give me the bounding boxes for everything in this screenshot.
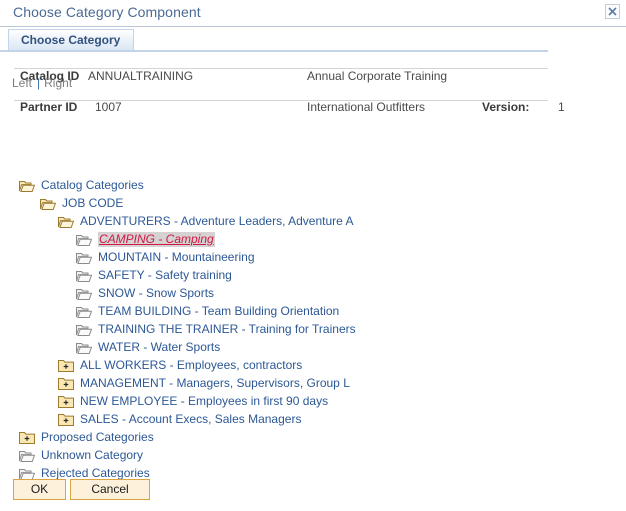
tree-node-label[interactable]: ADVENTURERS - Adventure Leaders, Adventu… [80, 214, 353, 229]
folder-plus-icon[interactable] [58, 359, 74, 372]
tree-node-label[interactable]: JOB CODE [62, 196, 123, 211]
catalog-description: Annual Corporate Training [307, 69, 448, 83]
alignment-separator: | [37, 76, 41, 90]
folder-open-icon[interactable] [58, 215, 74, 228]
tree-node[interactable]: MANAGEMENT - Managers, Supervisors, Grou… [0, 374, 626, 392]
tree-node-label[interactable]: SALES - Account Execs, Sales Managers [80, 412, 301, 427]
tree-node-label[interactable]: TRAINING THE TRAINER - Training for Trai… [98, 322, 356, 337]
page-title: Choose Category Component [13, 4, 201, 20]
folder-open-gray-icon[interactable] [19, 449, 35, 462]
tree-node[interactable]: ADVENTURERS - Adventure Leaders, Adventu… [0, 212, 626, 230]
detail-divider-top [14, 68, 548, 69]
tree-node[interactable]: SNOW - Snow Sports [0, 284, 626, 302]
tree-node[interactable]: CAMPING - Camping [0, 230, 626, 248]
folder-plus-icon[interactable] [19, 431, 35, 444]
tree-node-label[interactable]: CAMPING - Camping [98, 231, 215, 247]
tab-choose-category[interactable]: Choose Category [8, 29, 135, 50]
tree-node[interactable]: ALL WORKERS - Employees, contractors [0, 356, 626, 374]
folder-open-gray-icon[interactable] [76, 323, 92, 336]
tree-node-label[interactable]: Unknown Category [41, 448, 143, 463]
tab-label: Choose Category [21, 33, 121, 47]
tree-node[interactable]: Proposed Categories [0, 428, 626, 446]
tree-node[interactable]: TEAM BUILDING - Team Building Orientatio… [0, 302, 626, 320]
tree-node[interactable]: TRAINING THE TRAINER - Training for Trai… [0, 320, 626, 338]
folder-open-gray-icon[interactable] [76, 233, 92, 246]
close-icon[interactable] [605, 4, 620, 19]
folder-plus-icon[interactable] [58, 395, 74, 408]
ok-button[interactable]: OK [13, 479, 66, 500]
window-title-bar: Choose Category Component [0, 0, 626, 27]
tree-node-label[interactable]: SNOW - Snow Sports [98, 286, 214, 301]
tree-node[interactable]: Catalog Categories [0, 176, 626, 194]
left-link[interactable]: Left [12, 76, 32, 90]
version-value: 1 [558, 100, 565, 114]
tree-node[interactable]: WATER - Water Sports [0, 338, 626, 356]
folder-plus-icon[interactable] [58, 413, 74, 426]
tree-node-label[interactable]: WATER - Water Sports [98, 340, 220, 355]
category-tree: Catalog Categories JOB CODE ADVENTURERS - … [0, 176, 626, 482]
tree-node[interactable]: MOUNTAIN - Mountaineering [0, 248, 626, 266]
folder-open-gray-icon[interactable] [19, 467, 35, 480]
alignment-links: Left | Right [12, 76, 72, 90]
folder-open-gray-icon[interactable] [76, 287, 92, 300]
partner-id-value: 1007 [95, 100, 122, 114]
tree-node[interactable]: JOB CODE [0, 194, 626, 212]
folder-open-gray-icon[interactable] [76, 269, 92, 282]
tree-node-label[interactable]: Proposed Categories [41, 430, 154, 445]
cancel-button[interactable]: Cancel [70, 479, 150, 500]
folder-open-gray-icon[interactable] [76, 305, 92, 318]
dialog-footer: OK Cancel [0, 479, 626, 503]
folder-open-gray-icon[interactable] [76, 251, 92, 264]
folder-plus-icon[interactable] [58, 377, 74, 390]
tree-node-label[interactable]: TEAM BUILDING - Team Building Orientatio… [98, 304, 339, 319]
version-label: Version: [482, 100, 530, 114]
folder-open-gray-icon[interactable] [76, 341, 92, 354]
tree-node-label[interactable]: MOUNTAIN - Mountaineering [98, 250, 255, 265]
tree-node-label[interactable]: ALL WORKERS - Employees, contractors [80, 358, 302, 373]
tree-node[interactable]: SALES - Account Execs, Sales Managers [0, 410, 626, 428]
tab-strip: Choose Category [0, 27, 626, 52]
tree-node[interactable]: NEW EMPLOYEE - Employees in first 90 day… [0, 392, 626, 410]
tree-node-label[interactable]: Catalog Categories [41, 178, 144, 193]
right-link[interactable]: Right [44, 76, 72, 90]
tree-node-label[interactable]: NEW EMPLOYEE - Employees in first 90 day… [80, 394, 328, 409]
tree-node[interactable]: Unknown Category [0, 446, 626, 464]
folder-open-icon[interactable] [40, 197, 56, 210]
catalog-detail-panel: Catalog ID ANNUALTRAINING Annual Corpora… [0, 52, 626, 124]
tree-node[interactable]: SAFETY - Safety training [0, 266, 626, 284]
partner-description: International Outfitters [307, 100, 426, 114]
detail-divider-bottom [14, 100, 548, 101]
catalog-id-value: ANNUALTRAINING [88, 69, 194, 83]
tree-node-label[interactable]: MANAGEMENT - Managers, Supervisors, Grou… [80, 376, 350, 391]
tree-node-label[interactable]: SAFETY - Safety training [98, 268, 232, 283]
folder-open-icon[interactable] [19, 179, 35, 192]
partner-id-label: Partner ID [20, 100, 78, 114]
